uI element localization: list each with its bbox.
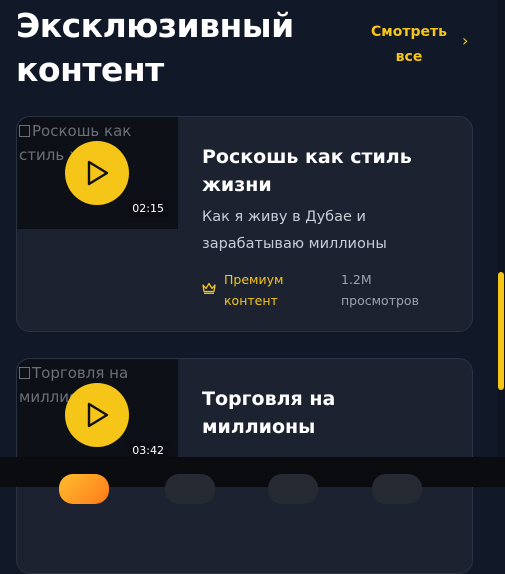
card-description: Как я живу в Дубае и зарабатываю миллион…: [202, 209, 387, 252]
nav-item[interactable]: [165, 474, 215, 504]
nav-item-active[interactable]: [59, 474, 109, 504]
broken-image-icon: [19, 125, 30, 137]
bottom-nav: [0, 457, 505, 504]
play-icon: [87, 160, 109, 186]
video-thumbnail[interactable]: Роскошь как стиль жизни 02:15: [17, 117, 178, 229]
card-title[interactable]: Роскошь как стиль жизни: [202, 143, 442, 199]
crown-icon: [202, 282, 216, 294]
premium-label: Премиум контент: [224, 272, 284, 308]
nav-item[interactable]: [372, 474, 422, 504]
scrollbar-thumb[interactable]: [498, 272, 504, 390]
chevron-right-icon[interactable]: ›: [462, 33, 468, 49]
video-card[interactable]: Роскошь как стиль жизни 02:15 Роскошь ка…: [16, 116, 473, 332]
video-thumbnail[interactable]: Торговля на миллионы 03:42: [17, 359, 178, 471]
nav-item[interactable]: [268, 474, 318, 504]
card-title[interactable]: Торговля на миллионы: [202, 385, 442, 441]
play-button[interactable]: [65, 141, 129, 205]
duration-badge: 02:15: [127, 200, 169, 218]
section-title: Эксклюзивный контент: [16, 6, 294, 89]
broken-image-icon: [19, 367, 30, 379]
scrollbar-track[interactable]: [497, 0, 505, 460]
play-button[interactable]: [65, 383, 129, 447]
play-icon: [87, 402, 109, 428]
views-count: 1.2M просмотров: [341, 272, 419, 308]
see-all-link[interactable]: Смотреть все: [364, 20, 454, 70]
